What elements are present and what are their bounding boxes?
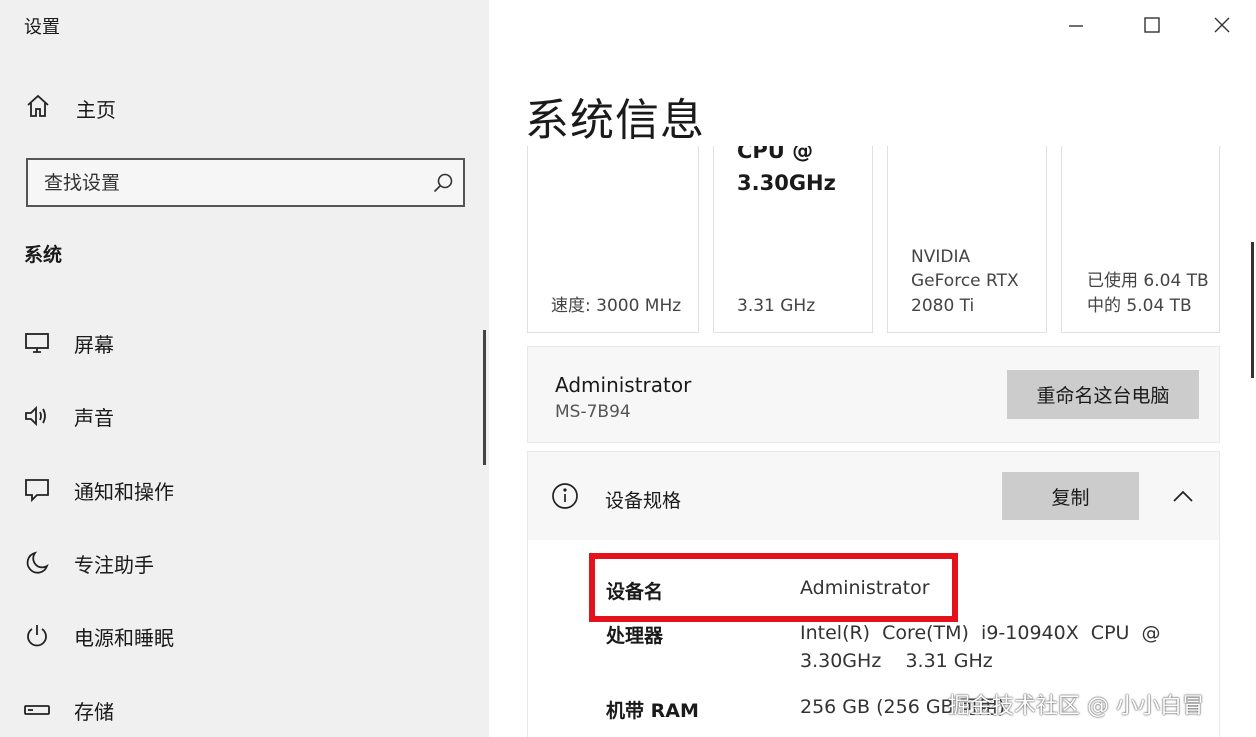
info-card-cpu: CPU @ 3.30GHz 3.31 GHz	[713, 146, 873, 333]
cpu-speed: 3.31 GHz	[737, 296, 816, 316]
spec-key: 处理器	[606, 625, 664, 647]
storage-icon	[22, 703, 52, 717]
moon-icon	[22, 550, 52, 576]
sidebar-item-home[interactable]: 主页	[24, 92, 116, 124]
pc-name-panel: Administrator MS-7B94 重命名这台电脑	[527, 346, 1220, 443]
section-title: 系统	[24, 244, 63, 266]
content-area: 速度: 3000 MHz CPU @ 3.30GHz 3.31 GHz NVID…	[489, 146, 1256, 737]
speaker-icon	[22, 404, 52, 428]
search-icon[interactable]	[423, 160, 463, 205]
device-specs-title: 设备规格	[605, 490, 682, 512]
sidebar-item-label: 专注助手	[74, 552, 154, 577]
gpu-line: 2080 Ti	[911, 296, 975, 316]
sidebar-item-power[interactable]: 电源和睡眠	[22, 616, 174, 656]
home-icon	[24, 92, 52, 124]
chevron-up-icon[interactable]	[1163, 478, 1203, 514]
search-input[interactable]	[44, 171, 423, 194]
sidebar-item-label: 屏幕	[74, 332, 114, 357]
copy-button[interactable]: 复制	[1002, 472, 1139, 520]
sidebar-item-label: 通知和操作	[74, 479, 174, 504]
spec-key: 机带 RAM	[606, 700, 699, 722]
page-title: 系统信息	[525, 95, 705, 146]
info-card-gpu: NVIDIA GeForce RTX 2080 Ti	[887, 146, 1047, 333]
sidebar-item-label: 声音	[74, 405, 114, 430]
sidebar-item-storage[interactable]: 存储	[22, 690, 114, 730]
monitor-icon	[22, 332, 52, 354]
sidebar-scrollbar[interactable]	[483, 330, 486, 465]
device-specs-header[interactable]: 设备规格 复制	[528, 452, 1219, 540]
pc-model: MS-7B94	[555, 402, 631, 422]
close-icon[interactable]	[1202, 8, 1242, 42]
maximize-icon[interactable]	[1132, 8, 1172, 42]
cpu-name-line: CPU @	[737, 146, 814, 163]
rename-pc-button[interactable]: 重命名这台电脑	[1007, 370, 1199, 419]
highlight-box	[589, 553, 958, 622]
sidebar-item-display[interactable]: 屏幕	[22, 323, 114, 363]
notification-icon	[22, 477, 52, 503]
info-card-storage: 已使用 6.04 TB 中的 5.04 TB	[1061, 146, 1220, 333]
sidebar: 设置 主页 系统 屏幕	[0, 0, 489, 737]
sidebar-item-focus-assist[interactable]: 专注助手	[22, 543, 154, 583]
sidebar-item-home-label: 主页	[76, 97, 116, 122]
app-title: 设置	[24, 17, 60, 38]
spec-value: Intel(R) Core(TM) i9-10940X CPU @	[800, 622, 1161, 644]
info-icon	[551, 482, 579, 514]
storage-line: 已使用 6.04 TB	[1087, 271, 1209, 291]
sidebar-item-label: 存储	[74, 699, 114, 724]
sidebar-item-label: 电源和睡眠	[74, 625, 174, 650]
pc-name: Administrator	[555, 373, 692, 397]
sidebar-item-sound[interactable]: 声音	[22, 396, 114, 436]
gpu-line: GeForce RTX	[911, 271, 1019, 291]
main-scrollbar[interactable]	[1251, 242, 1254, 378]
spec-value: 3.30GHz 3.31 GHz	[800, 650, 993, 672]
ram-speed: 速度: 3000 MHz	[551, 296, 682, 316]
storage-line: 中的 5.04 TB	[1087, 296, 1192, 316]
sidebar-item-notifications[interactable]: 通知和操作	[22, 470, 174, 510]
search-box[interactable]	[26, 158, 465, 207]
minimize-icon[interactable]	[1056, 8, 1096, 42]
info-card-ram: 速度: 3000 MHz	[527, 146, 699, 333]
gpu-line: NVIDIA	[911, 247, 971, 267]
watermark: 掘金技术社区 @ 小小白冒	[948, 694, 1204, 719]
power-icon	[22, 623, 52, 649]
cpu-name-line: 3.30GHz	[737, 171, 836, 195]
